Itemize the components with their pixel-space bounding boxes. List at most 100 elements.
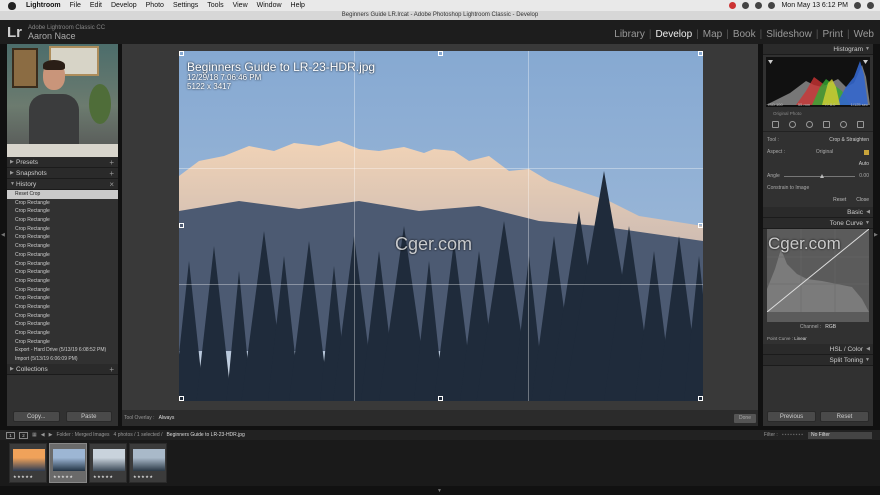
history-item[interactable]: Crop Rectangle [7,286,118,295]
history-item[interactable]: Crop Rectangle [7,277,118,286]
menu-item-settings[interactable]: Settings [173,2,198,9]
history-item[interactable]: Crop Rectangle [7,233,118,242]
forward-icon[interactable]: ▶ [49,432,53,438]
history-item[interactable]: Crop Rectangle [7,329,118,338]
module-web[interactable]: Web [854,29,874,40]
history-item[interactable]: Crop Rectangle [7,242,118,251]
menu-item-file[interactable]: File [70,2,81,9]
photo-crop-area[interactable]: Beginners Guide to LR-23-HDR.jpg 12/29/1… [179,51,703,401]
star-rating[interactable]: ★★★★★ [93,474,113,479]
crop-handle-top-right[interactable] [698,51,703,56]
plus-icon[interactable]: + [109,157,114,168]
reset-button[interactable]: Reset [820,411,869,422]
crop-handle-right[interactable] [698,223,703,228]
plus-icon[interactable]: + [109,168,114,179]
basic-header[interactable]: Basic ◀ [763,207,873,218]
done-button[interactable]: Done [734,413,756,423]
history-item[interactable]: Crop Rectangle [7,251,118,260]
star-rating[interactable]: ★★★★★ [53,474,73,479]
history-item[interactable]: Crop Rectangle [7,312,118,321]
presets-header[interactable]: ▶ Presets + [7,157,118,168]
module-book[interactable]: Book [733,29,756,40]
menu-item-view[interactable]: View [233,2,248,9]
history-item[interactable]: Export - Hard Drive (5/13/19 6:08:52 PM) [7,346,118,355]
channel-select[interactable]: RGB [825,324,836,330]
record-icon[interactable] [729,2,737,9]
filmstrip-thumbnail[interactable]: ★★★★★ [9,443,47,483]
wifi-icon[interactable] [755,2,763,9]
history-item[interactable]: Crop Rectangle [7,225,118,234]
search-icon[interactable] [854,2,861,9]
history-item[interactable]: Import (5/13/19 6:06:09 PM) [7,355,118,364]
source-label[interactable]: Folder : Merged Images [56,432,109,438]
crop-handle-top-left[interactable] [179,51,184,56]
history-header[interactable]: ▼ History × [7,179,118,190]
histogram[interactable]: ISO 100 55 mm f / 8.0 1/125 sec [766,57,870,107]
graduated-filter-icon[interactable] [823,121,830,128]
menu-list-icon[interactable] [867,2,874,9]
crop-handle-bottom[interactable] [438,396,443,401]
split-toning-header[interactable]: Split Toning ▼ [763,355,873,366]
module-develop[interactable]: Develop [655,29,692,40]
history-item[interactable]: Crop Rectangle [7,338,118,347]
filmstrip-thumbnail[interactable]: ★★★★★ [49,443,87,483]
menu-item-lightroom[interactable]: Lightroom [26,2,61,9]
right-panel-toggle-icon[interactable]: ▶ [874,232,878,238]
history-item[interactable]: Crop Rectangle [7,320,118,329]
history-item[interactable]: Crop Rectangle [7,199,118,208]
dropbox-icon[interactable] [742,2,750,9]
filmstrip-toggle-icon[interactable]: ▼ [437,488,442,494]
red-eye-icon[interactable] [806,121,813,128]
tone-curve-header[interactable]: Tone Curve ▼ [763,218,873,229]
menu-item-help[interactable]: Help [291,2,305,9]
previous-button[interactable]: Previous [767,411,816,422]
history-item[interactable]: Reset Crop [7,190,118,199]
aspect-select[interactable]: Original [816,149,833,155]
module-slideshow[interactable]: Slideshow [766,29,812,40]
back-icon[interactable]: ◀ [41,432,45,438]
history-item[interactable]: Crop Rectangle [7,303,118,312]
crop-reset-button[interactable]: Reset [833,197,846,203]
left-panel-toggle-icon[interactable]: ◀ [1,232,5,238]
filter-select[interactable]: No Filter [808,431,872,439]
constrain-checkbox[interactable]: Constrain to Image [767,185,809,191]
paste-button[interactable]: Paste [65,411,112,422]
lock-icon[interactable] [864,149,869,155]
tool-overlay-select[interactable]: Always [159,415,175,421]
battery-icon[interactable] [768,2,776,9]
main-window-icon[interactable]: 1 [6,431,15,439]
auto-button[interactable]: Auto [859,161,869,167]
close-icon[interactable]: × [109,179,114,190]
selected-filename[interactable]: Beginners Guide to LR-23-HDR.jpg [166,432,244,438]
history-item[interactable]: Crop Rectangle [7,294,118,303]
module-print[interactable]: Print [822,29,843,40]
menu-item-tools[interactable]: Tools [207,2,223,9]
star-rating[interactable]: ★★★★★ [133,474,153,479]
original-photo-toggle[interactable]: Original Photo [763,109,873,118]
filmstrip-thumbnail[interactable]: ★★★★★ [89,443,127,483]
menu-item-develop[interactable]: Develop [111,2,137,9]
menu-item-window[interactable]: Window [257,2,282,9]
menu-item-photo[interactable]: Photo [146,2,164,9]
apple-icon[interactable] [8,1,16,10]
crop-handle-top[interactable] [438,51,443,56]
history-item[interactable]: Crop Rectangle [7,207,118,216]
module-library[interactable]: Library [614,29,645,40]
history-item[interactable]: Crop Rectangle [7,268,118,277]
grid-view-icon[interactable]: ▦ [32,432,37,438]
brush-icon[interactable] [857,121,864,128]
filmstrip-thumbnail[interactable]: ★★★★★ [129,443,167,483]
spot-removal-icon[interactable] [789,121,796,128]
copy-button[interactable]: Copy... [13,411,60,422]
hsl-header[interactable]: HSL / Color ◀ [763,344,873,355]
module-map[interactable]: Map [703,29,722,40]
star-rating[interactable]: ★★★★★ [13,474,33,479]
snapshots-header[interactable]: ▶ Snapshots + [7,168,118,179]
angle-slider[interactable] [783,173,856,178]
history-item[interactable]: Crop Rectangle [7,216,118,225]
angle-value[interactable]: 0.00 [859,173,869,179]
collections-header[interactable]: ▶ Collections + [7,363,118,375]
crop-handle-bottom-left[interactable] [179,396,184,401]
crop-handle-bottom-right[interactable] [698,396,703,401]
crop-tool-icon[interactable] [772,121,779,128]
